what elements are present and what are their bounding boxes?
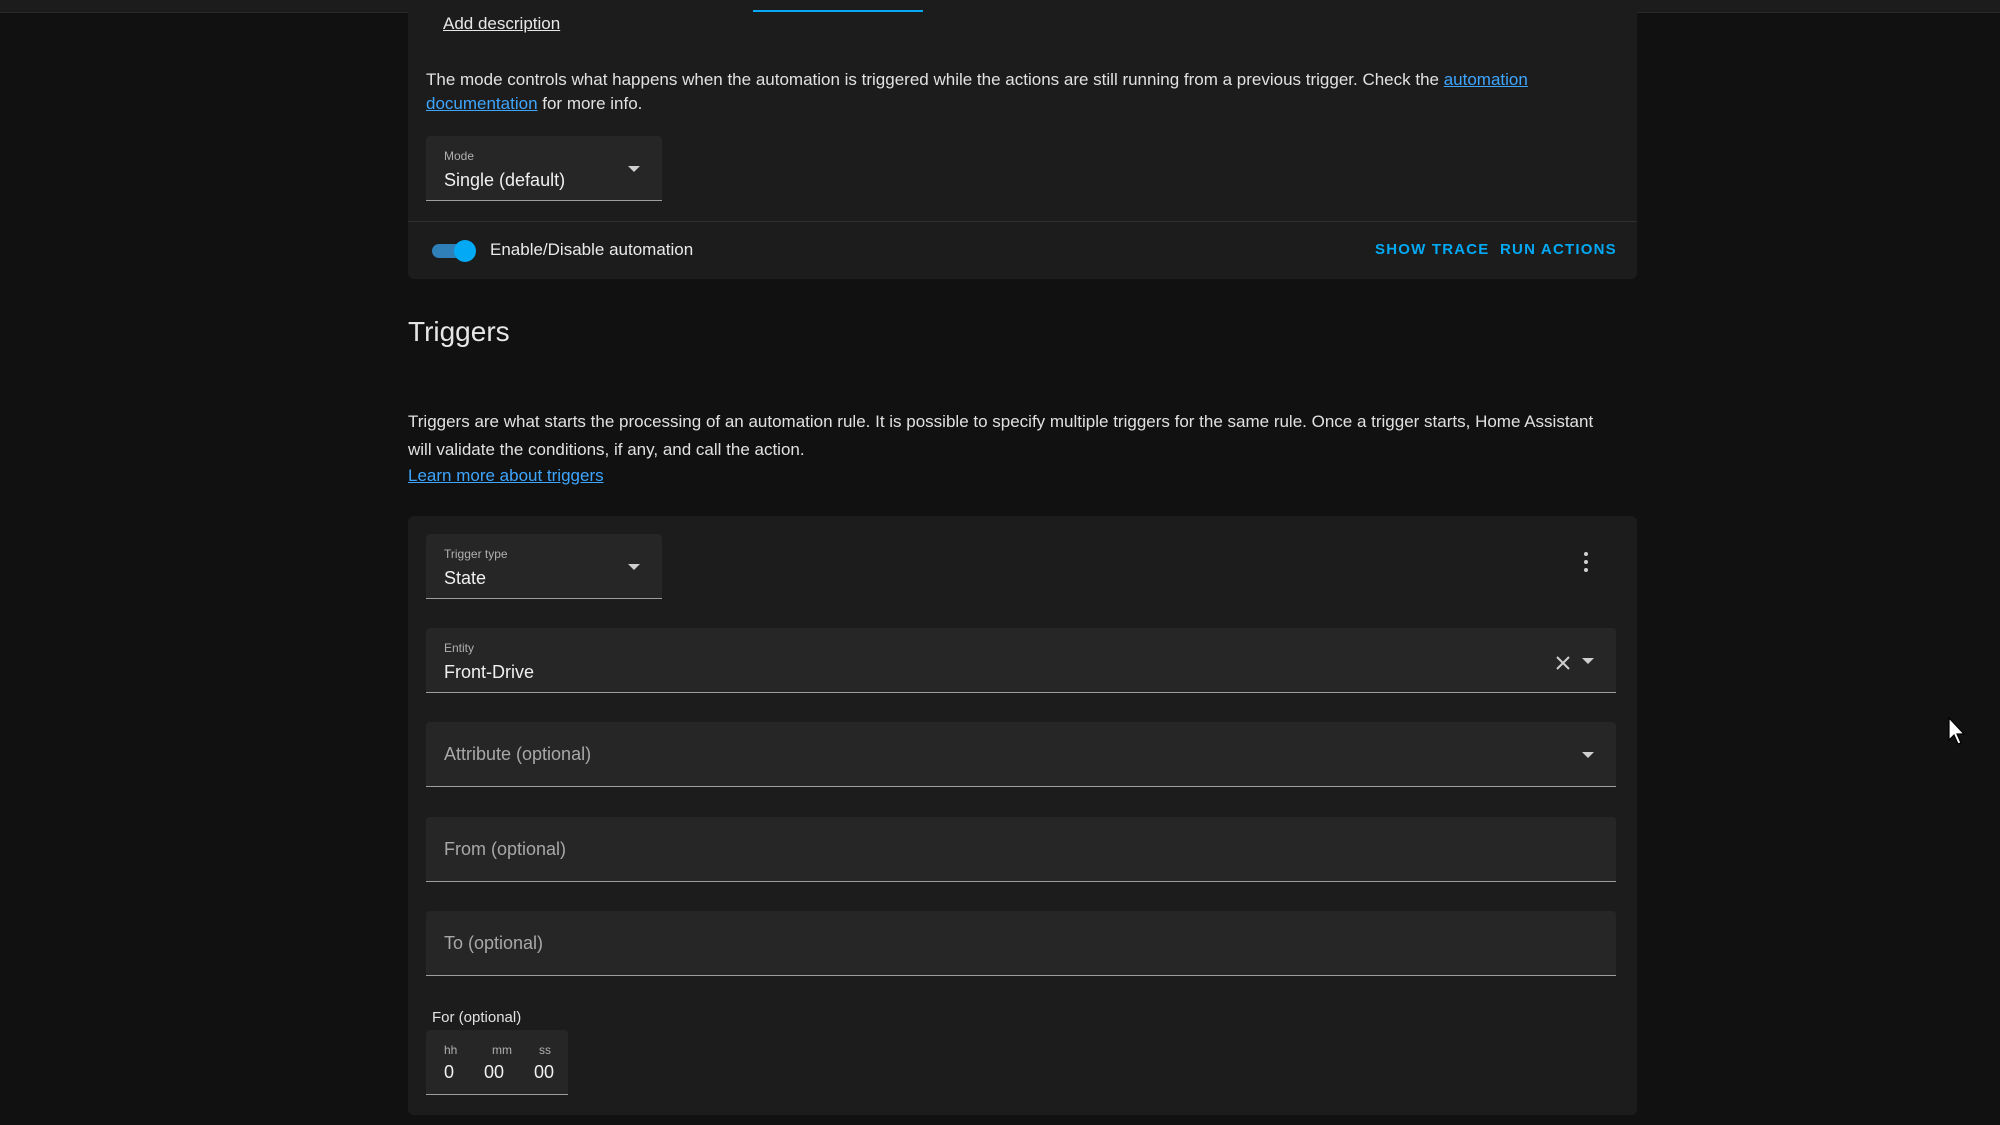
mode-select-label: Mode [444, 149, 475, 163]
for-duration-input[interactable]: hh mm ss 0 00 00 [426, 1030, 568, 1095]
triggers-title: Triggers [408, 316, 510, 347]
entity-label: Entity [444, 641, 475, 655]
mode-select[interactable]: Mode Single (default) [426, 136, 662, 201]
entity-value: Front-Drive [444, 662, 535, 682]
mode-select-value: Single (default) [444, 170, 566, 190]
mode-text-before: The mode controls what happens when the … [426, 70, 1444, 89]
mode-text-after: for more info. [537, 94, 643, 113]
hours-label: hh [444, 1043, 458, 1057]
trigger-type-select[interactable]: Trigger type State [426, 534, 662, 599]
trigger-type-value: State [444, 568, 487, 588]
chevron-down-icon [628, 564, 640, 570]
add-description-link[interactable]: Add description [443, 14, 560, 34]
show-trace-button[interactable]: SHOW TRACE [1375, 241, 1490, 258]
menu-dot [1584, 552, 1588, 556]
close-icon[interactable] [1554, 654, 1572, 672]
seconds-value[interactable]: 00 [534, 1062, 554, 1083]
hours-value[interactable]: 0 [444, 1062, 454, 1083]
attribute-select[interactable]: Attribute (optional) [426, 722, 1616, 787]
minutes-label: mm [492, 1043, 512, 1057]
to-placeholder: To (optional) [444, 933, 544, 953]
minutes-value[interactable]: 00 [484, 1062, 504, 1083]
more-vertical-icon[interactable] [1580, 550, 1592, 574]
entity-select[interactable]: Entity Front-Drive [426, 628, 1616, 693]
attribute-placeholder: Attribute (optional) [444, 744, 592, 764]
trigger-card [408, 516, 1637, 1115]
mode-explanation: The mode controls what happens when the … [426, 68, 1546, 116]
triggers-description: Triggers are what starts the processing … [408, 412, 1594, 459]
seconds-label: ss [539, 1043, 551, 1057]
menu-dot [1584, 560, 1588, 564]
trigger-type-label: Trigger type [444, 547, 508, 561]
from-input[interactable]: From (optional) [426, 817, 1616, 882]
chevron-down-icon [1582, 752, 1594, 758]
for-duration-label: For (optional) [432, 1009, 522, 1026]
from-placeholder: From (optional) [444, 839, 567, 859]
to-input[interactable]: To (optional) [426, 911, 1616, 976]
enable-automation-toggle[interactable] [432, 240, 476, 262]
mouse-pointer-icon [1948, 716, 1966, 745]
toggle-thumb [454, 240, 476, 262]
run-actions-button[interactable]: RUN ACTIONS [1500, 241, 1617, 258]
chevron-down-icon [628, 166, 640, 172]
learn-more-triggers-link[interactable]: Learn more about triggers [408, 466, 604, 486]
enable-automation-label: Enable/Disable automation [490, 240, 694, 259]
card-divider [408, 221, 1637, 222]
chevron-down-icon[interactable] [1582, 658, 1594, 664]
menu-dot [1584, 568, 1588, 572]
